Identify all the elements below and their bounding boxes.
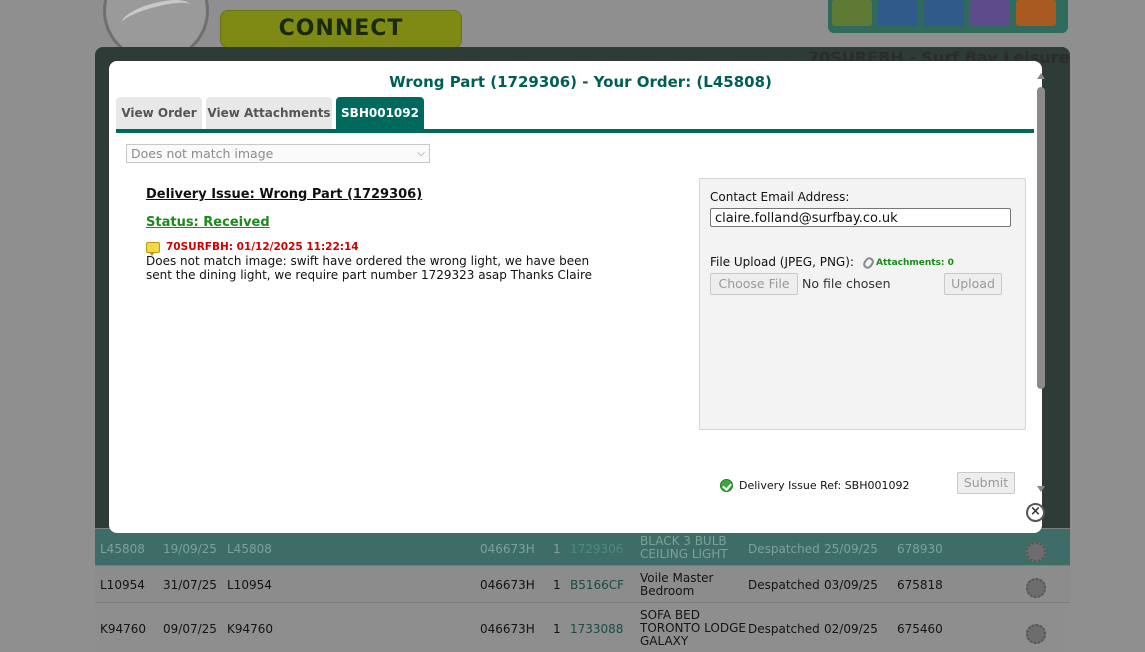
modal-title: Wrong Part (1729306) - Your Order: (L458…	[389, 73, 772, 91]
upload-label: File Upload (JPEG, PNG):	[710, 255, 854, 269]
orders-table: L45808 19/09/25 L45808 046673H 1 1729306…	[95, 528, 1070, 652]
connect-logo: CONNECT	[220, 10, 462, 48]
chevron-down-icon: ⌵	[417, 148, 425, 159]
table-row[interactable]: L45808 19/09/25 L45808 046673H 1 1729306…	[95, 528, 1070, 566]
tools-icon[interactable]	[1016, 0, 1056, 26]
gear-icon[interactable]	[1026, 542, 1046, 562]
choose-file-button[interactable]: Choose File	[710, 273, 798, 295]
gear-icon[interactable]	[1026, 624, 1046, 644]
table-row[interactable]: L10954 31/07/25 L10954 046673H 1 B5166CF…	[95, 565, 1070, 603]
tab-issue-ref[interactable]: SBH001092	[336, 97, 424, 129]
attachments-count[interactable]: Attachments: 0	[876, 258, 954, 268]
status-label: Status: Received	[146, 215, 270, 230]
tab-underline	[116, 129, 1034, 133]
top-icon-bar	[828, 0, 1068, 33]
submit-button[interactable]: Submit	[957, 472, 1015, 494]
close-icon[interactable]: ×	[1026, 503, 1045, 522]
email-label: Contact Email Address:	[710, 190, 850, 204]
speech-bubble-icon	[146, 242, 160, 256]
tab-view-order[interactable]: View Order	[116, 97, 202, 129]
modal-tabs: View Order View Attachments SBH001092	[116, 97, 1034, 131]
modal-scrollbar[interactable]	[1035, 71, 1047, 496]
note-meta: 70SURFBH: 01/12/2025 11:22:14	[166, 241, 359, 253]
paperclip-icon	[861, 255, 876, 271]
upload-button[interactable]: Upload	[944, 273, 1002, 295]
check-circle-icon	[720, 479, 733, 492]
table-row[interactable]: K94760 09/07/25 K94760 046673H 1 1733088…	[95, 602, 1070, 652]
delivery-truck-icon[interactable]	[924, 0, 964, 26]
scroll-thumb[interactable]	[1037, 87, 1045, 389]
contact-panel: Contact Email Address: claire.folland@su…	[699, 178, 1026, 430]
delivery-issue-modal: Wrong Part (1729306) - Your Order: (L458…	[109, 61, 1045, 533]
document-icon[interactable]	[878, 0, 918, 26]
file-status: No file chosen	[802, 276, 891, 291]
scroll-down-arrow-icon[interactable]	[1037, 486, 1045, 492]
issue-type-select[interactable]: Does not match image ⌵	[126, 144, 430, 163]
settings-gears-icon[interactable]	[970, 0, 1010, 26]
email-field[interactable]: claire.folland@surfbay.co.uk	[710, 208, 1011, 227]
tab-view-attachments[interactable]: View Attachments	[206, 97, 332, 129]
issue-heading: Delivery Issue: Wrong Part (1729306)	[146, 187, 423, 202]
gear-icon[interactable]	[1026, 578, 1046, 598]
warehouse-icon[interactable]	[832, 0, 872, 26]
note-text: Does not match image: swift have ordered…	[146, 254, 592, 282]
scroll-up-arrow-icon[interactable]	[1037, 73, 1045, 79]
